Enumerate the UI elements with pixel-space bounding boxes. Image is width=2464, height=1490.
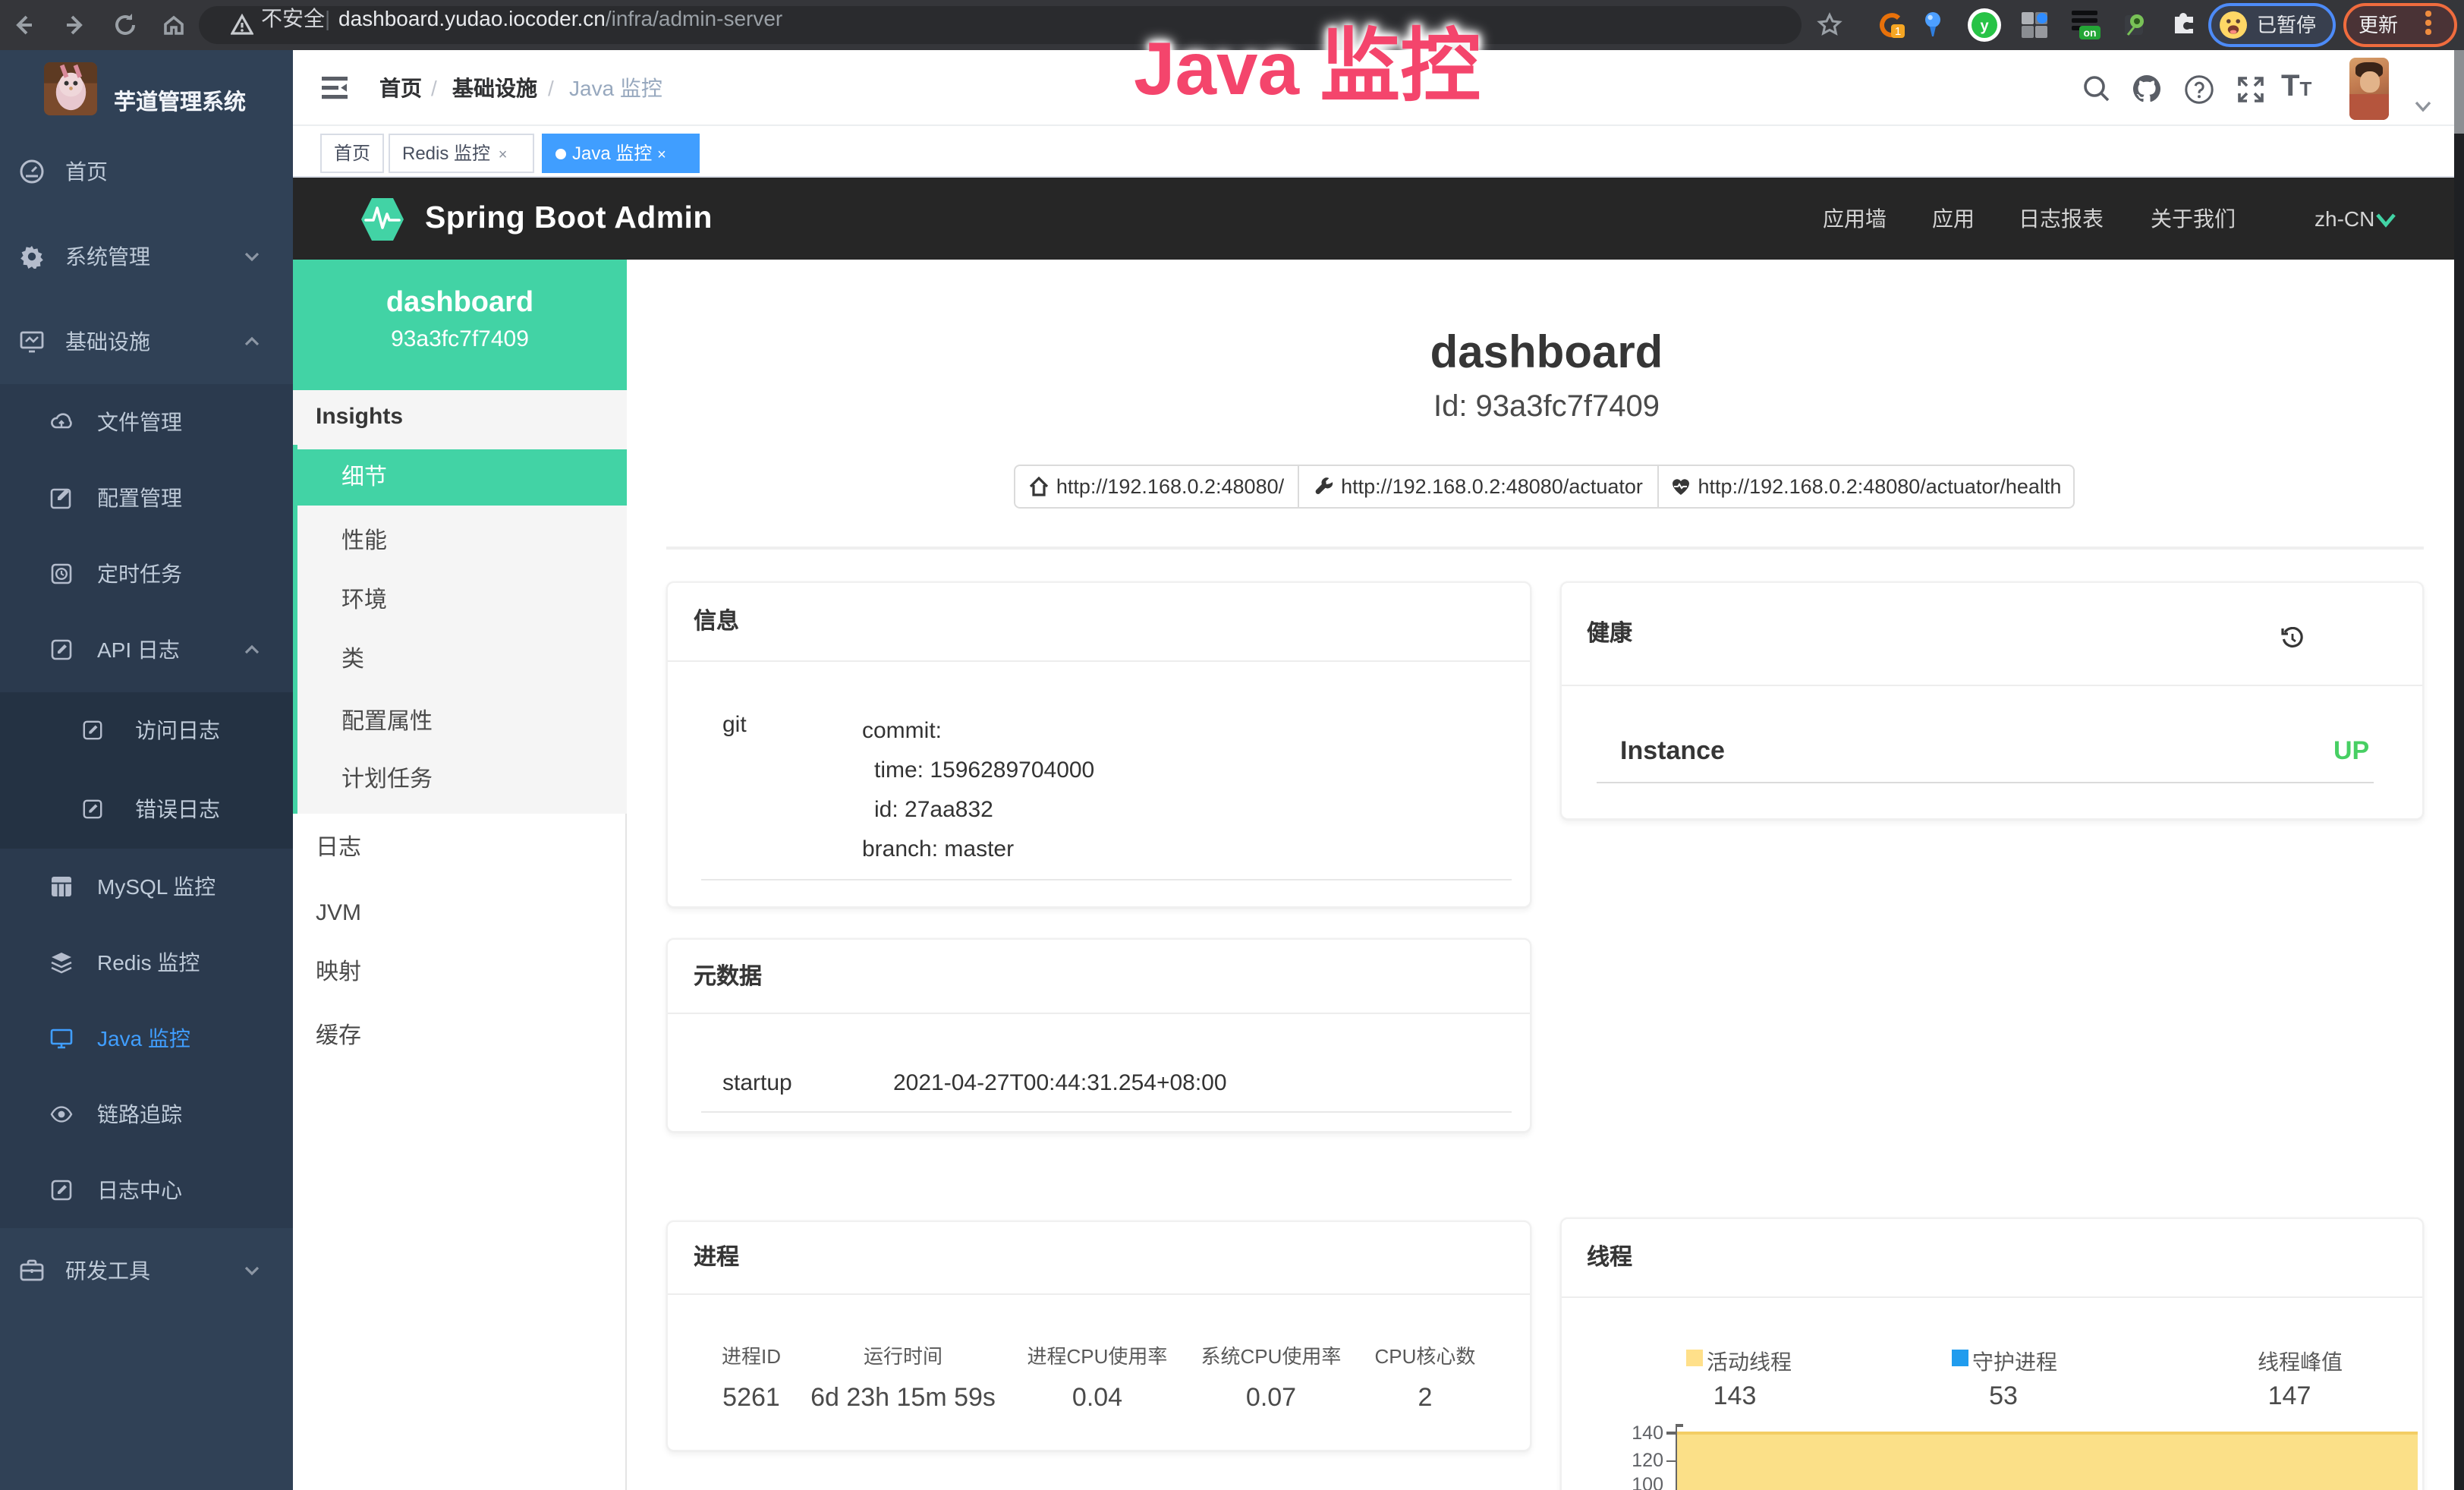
svg-text:on: on <box>2083 27 2096 39</box>
svg-text:y: y <box>1980 17 1989 34</box>
svg-text:1: 1 <box>1895 25 1901 38</box>
